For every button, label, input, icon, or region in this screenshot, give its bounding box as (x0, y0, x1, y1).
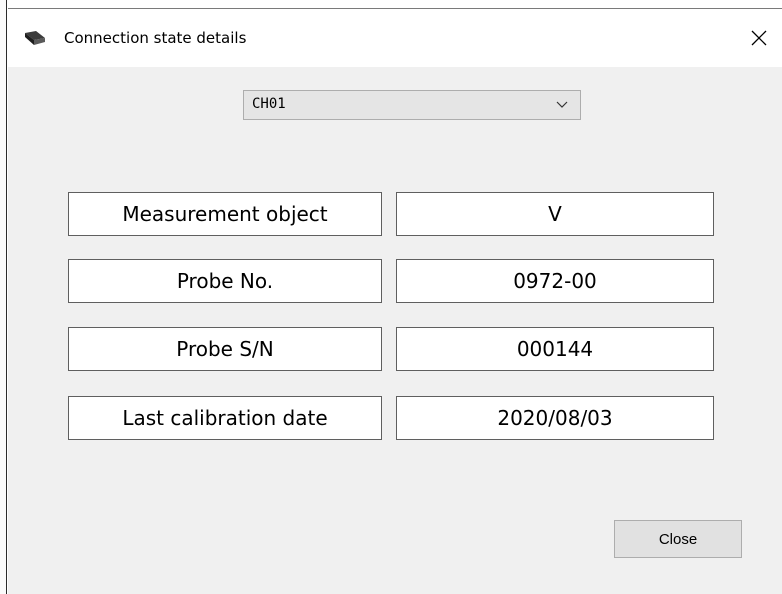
background-window-edge (0, 0, 7, 594)
probe-sn-label: Probe S/N (68, 327, 382, 371)
probe-no-value: 0972-00 (396, 259, 714, 303)
probe-app-icon (24, 30, 46, 46)
window-title: Connection state details (64, 29, 247, 47)
connection-state-dialog: Connection state details CH01 Measuremen… (8, 8, 782, 594)
close-icon (751, 30, 767, 46)
title-bar: Connection state details (8, 9, 782, 67)
chevron-down-icon (556, 101, 568, 108)
probe-no-label: Probe No. (68, 259, 382, 303)
channel-select[interactable]: CH01 (243, 90, 581, 120)
close-button[interactable]: Close (614, 520, 742, 558)
channel-select-value: CH01 (252, 96, 286, 112)
probe-sn-value: 000144 (396, 327, 714, 371)
screen: Connection state details CH01 Measuremen… (0, 0, 782, 594)
last-calibration-date-value: 2020/08/03 (396, 396, 714, 440)
measurement-object-value: V (396, 192, 714, 236)
last-calibration-date-label: Last calibration date (68, 396, 382, 440)
measurement-object-label: Measurement object (68, 192, 382, 236)
window-close-button[interactable] (736, 9, 782, 67)
